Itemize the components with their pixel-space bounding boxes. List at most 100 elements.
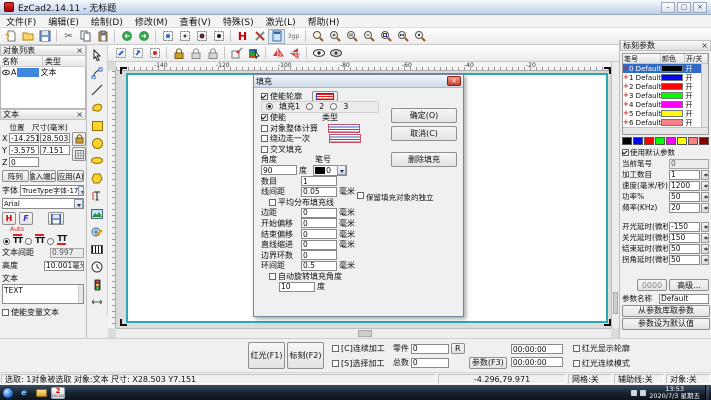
start-button[interactable] [2, 387, 14, 399]
cancel-button[interactable]: 取消(C) [391, 126, 457, 141]
continuous-checkbox[interactable] [332, 345, 339, 352]
input-output-icon[interactable] [88, 276, 107, 294]
count-field[interactable]: 1 [669, 170, 700, 180]
delay-icon[interactable] [88, 258, 107, 276]
spinner[interactable] [701, 170, 709, 180]
node-tool-icon[interactable] [88, 64, 107, 82]
zoom-11-icon[interactable] [343, 29, 360, 44]
laser-on-delay-field[interactable]: -150 [669, 222, 700, 232]
input-port-button[interactable]: 输入端口 [30, 170, 57, 182]
ezcad-taskbar-icon[interactable]: 2EZCAD [51, 387, 65, 399]
ok-button[interactable]: 确定(O) [391, 108, 457, 123]
close-button[interactable]: × [693, 2, 707, 13]
grid-toggle[interactable]: 网格:关 [568, 374, 612, 384]
horizontal-scrollbar[interactable] [116, 328, 611, 338]
end-delay-field[interactable]: 50 [669, 244, 700, 254]
mirror-horizontal-icon[interactable] [269, 46, 286, 61]
hatch-dialog-titlebar[interactable]: 填充 × [254, 75, 463, 88]
zoom-out-icon[interactable] [360, 29, 377, 44]
r-button[interactable]: R [451, 343, 465, 354]
y-position-field[interactable]: -3.575 [9, 145, 39, 155]
laser-off-delay-field[interactable]: 150 [669, 233, 700, 243]
x-size-field[interactable]: 28.503 [40, 133, 70, 143]
cross-hatch-checkbox[interactable] [261, 146, 268, 153]
object-list[interactable]: A 文本 [0, 67, 86, 109]
apply-button[interactable]: 应用(A) [57, 170, 84, 182]
curve-icon[interactable] [88, 99, 107, 117]
z-position-field[interactable]: 0 [9, 157, 39, 167]
object-row[interactable]: A 文本 [1, 67, 85, 78]
align-option-3[interactable] [47, 238, 54, 245]
undo-icon[interactable] [118, 29, 135, 44]
height-field[interactable]: 10.001毫米 [44, 261, 84, 271]
pen-row[interactable]: +0 Default开 [623, 64, 708, 73]
lock-3-icon[interactable] [204, 46, 221, 61]
array-button[interactable]: 阵列 [2, 170, 29, 182]
font-name-dropdown[interactable]: Arial [2, 198, 84, 209]
vector-file-icon[interactable] [88, 223, 107, 241]
select-mark-checkbox[interactable] [332, 360, 339, 367]
text-icon[interactable] [88, 188, 107, 206]
swatch[interactable] [655, 137, 665, 145]
fill1-radio[interactable] [266, 103, 273, 110]
polygon-icon[interactable] [88, 170, 107, 188]
object-color-icon[interactable] [245, 46, 262, 61]
pen-row[interactable]: +2 Default开 [623, 82, 708, 91]
align-option-1[interactable] [3, 238, 10, 245]
menu-laser[interactable]: 激光(L) [260, 15, 302, 28]
fill2-radio[interactable] [306, 103, 313, 110]
dot-mark-4-icon[interactable] [210, 29, 227, 44]
pen-col-color[interactable]: 颜色 [661, 54, 685, 63]
swatch[interactable] [622, 137, 632, 145]
send-icon[interactable]: 3gp [285, 29, 302, 44]
menu-file[interactable]: 文件(F) [0, 15, 42, 28]
menu-help[interactable]: 帮助(H) [302, 15, 346, 28]
set-default-button[interactable]: 参数设为默认值 [622, 318, 710, 330]
column-type[interactable]: 类型 [43, 56, 86, 66]
hatch-pen-dropdown[interactable]: 0 [313, 165, 347, 176]
scrollbar[interactable] [78, 285, 83, 303]
pen-row[interactable]: +5 Default开 [623, 109, 708, 118]
speed-field[interactable]: 1200 [669, 181, 700, 191]
preview-eye-icon[interactable] [310, 46, 327, 61]
angle-field[interactable]: 90 [261, 165, 297, 175]
circle-icon[interactable] [88, 134, 107, 152]
select-icon[interactable] [88, 46, 107, 64]
swatch[interactable] [677, 137, 687, 145]
rectangle-icon[interactable] [88, 117, 107, 135]
total-field[interactable]: 0 [411, 358, 449, 368]
close-icon[interactable] [701, 42, 708, 50]
spinner[interactable] [701, 233, 709, 243]
node-add-icon[interactable] [129, 46, 146, 61]
new-icon[interactable] [2, 29, 19, 44]
extend-icon[interactable] [88, 294, 107, 312]
zoom-all-icon[interactable] [411, 29, 428, 44]
menu-edit[interactable]: 编辑(E) [42, 15, 85, 28]
end-offset-field[interactable]: 0 [301, 229, 337, 239]
barcode-icon[interactable] [88, 241, 107, 259]
spinner[interactable] [701, 181, 709, 191]
swatch[interactable] [688, 137, 698, 145]
enable-contour-checkbox[interactable] [261, 93, 268, 100]
hatch-icon[interactable]: H [234, 29, 251, 44]
y-size-field[interactable]: 7.151 [40, 145, 70, 155]
param-name-field[interactable]: Default [659, 294, 709, 304]
auto-rotate-checkbox[interactable] [269, 273, 276, 280]
auto-rotate-field[interactable]: 10 [279, 282, 315, 292]
italic-button[interactable]: F [19, 212, 33, 225]
close-icon[interactable] [76, 47, 83, 55]
line-icon[interactable] [88, 81, 107, 99]
system-clock[interactable]: 13:53 2020/7/3 星期五 [649, 386, 702, 400]
red-light-button[interactable]: 红光(F1) [248, 342, 285, 369]
corner-delay-field[interactable]: 50 [669, 255, 700, 265]
power-field[interactable]: 50 [669, 192, 700, 202]
bitmap-icon[interactable] [88, 205, 107, 223]
hatch-type-2-button[interactable] [329, 134, 361, 143]
font-type-dropdown[interactable]: TrueType字体-17 [20, 185, 84, 196]
hatch-type-1-button[interactable] [328, 124, 360, 133]
delete-hatch-button[interactable]: 删除填充 [391, 152, 457, 167]
show-desktop-button[interactable] [705, 385, 709, 400]
snap-grid-icon[interactable] [228, 46, 245, 61]
whole-calc-checkbox[interactable] [261, 125, 268, 132]
panel-icon[interactable] [268, 29, 285, 44]
